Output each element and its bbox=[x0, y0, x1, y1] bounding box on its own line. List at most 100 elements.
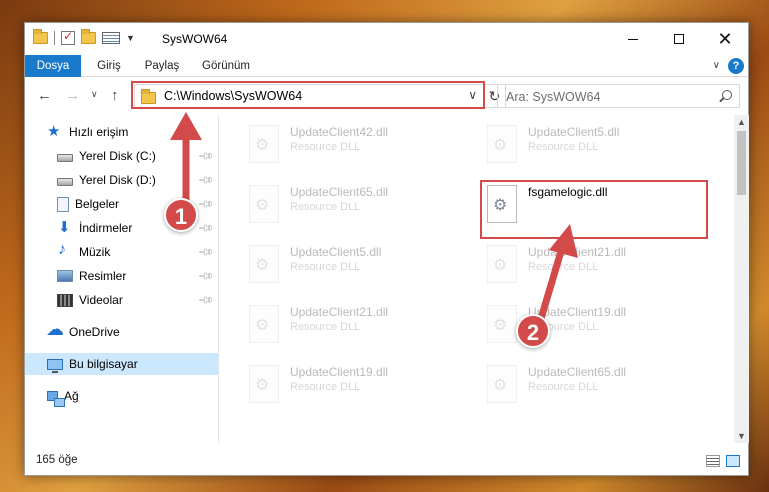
vertical-scrollbar[interactable]: ▲ ▼ bbox=[734, 115, 749, 443]
search-box[interactable]: Ara: SysWOW64 bbox=[497, 84, 740, 108]
window-controls: ✕ bbox=[610, 23, 748, 55]
sidebar-item-label: Belgeler bbox=[75, 197, 120, 211]
file-type: Resource DLL bbox=[528, 261, 599, 273]
pin-icon[interactable]: 📌︎ bbox=[197, 196, 214, 213]
tab-file[interactable]: Dosya bbox=[25, 55, 81, 77]
dll-file-icon bbox=[487, 365, 517, 403]
file-tile[interactable]: UpdateClient42.dll Resource DLL bbox=[249, 121, 479, 171]
back-arrow-icon[interactable]: ← bbox=[37, 87, 52, 104]
sidebar-item-network[interactable]: Ağ bbox=[25, 385, 218, 407]
file-name: UpdateClient42.dll bbox=[290, 125, 389, 139]
step-2-badge: 2 bbox=[516, 314, 550, 348]
pin-icon[interactable]: 📌︎ bbox=[197, 148, 214, 165]
file-tile[interactable]: UpdateClient65.dll Resource DLL bbox=[487, 361, 717, 411]
minimize-button[interactable] bbox=[610, 23, 656, 55]
close-icon: ✕ bbox=[717, 29, 733, 49]
pin-icon[interactable]: 📌︎ bbox=[197, 244, 214, 261]
pin-icon[interactable]: 📌︎ bbox=[197, 292, 214, 309]
search-placeholder: Ara: SysWOW64 bbox=[506, 90, 601, 104]
minimize-icon bbox=[628, 38, 638, 40]
file-tile[interactable]: UpdateClient21.dll Resource DLL bbox=[249, 301, 479, 351]
file-type: Resource DLL bbox=[528, 141, 599, 153]
new-folder-icon[interactable] bbox=[81, 29, 96, 44]
file-tile[interactable]: UpdateClient5.dll Resource DLL bbox=[249, 241, 479, 291]
customize-dropdown-icon[interactable]: ▼ bbox=[126, 33, 135, 43]
file-type: Resource DLL bbox=[290, 261, 361, 273]
dll-file-icon bbox=[249, 305, 279, 343]
window-title: SysWOW64 bbox=[162, 32, 228, 46]
drive-icon bbox=[57, 177, 73, 186]
pin-icon[interactable]: 📌︎ bbox=[197, 220, 214, 237]
quick-access-toolbar: ▼ bbox=[33, 29, 135, 45]
file-name: UpdateClient65.dll bbox=[528, 365, 627, 379]
file-name: UpdateClient21.dll bbox=[528, 245, 627, 259]
file-type: Resource DLL bbox=[528, 381, 599, 393]
sidebar-item-label: Yerel Disk (D:) bbox=[79, 173, 156, 187]
pin-icon[interactable]: 📌︎ bbox=[197, 172, 214, 189]
file-name: UpdateClient5.dll bbox=[290, 245, 382, 259]
up-arrow-icon[interactable]: ↑ bbox=[111, 87, 119, 104]
maximize-icon bbox=[674, 34, 684, 44]
file-tile[interactable]: UpdateClient19.dll Resource DLL bbox=[249, 361, 479, 411]
file-tile[interactable]: UpdateClient5.dll Resource DLL bbox=[487, 121, 717, 171]
recent-locations-icon[interactable]: ∨ bbox=[91, 89, 98, 100]
sidebar-item-music[interactable]: Müzik 📌︎ bbox=[25, 241, 218, 263]
music-icon bbox=[57, 241, 73, 259]
sidebar-item-label: Müzik bbox=[79, 245, 111, 259]
tab-view[interactable]: Görünüm bbox=[195, 55, 257, 77]
document-icon bbox=[57, 196, 69, 212]
dll-file-icon bbox=[249, 125, 279, 163]
ribbon-tabs: Dosya Giriş Paylaş Görünüm ∨ ? bbox=[25, 55, 748, 77]
file-name: UpdateClient21.dll bbox=[290, 305, 389, 319]
properties-icon[interactable] bbox=[102, 32, 120, 44]
sidebar-item-quick-access[interactable]: Hızlı erişim bbox=[25, 121, 218, 143]
file-name: UpdateClient5.dll bbox=[528, 125, 620, 139]
maximize-button[interactable] bbox=[656, 23, 702, 55]
drive-icon bbox=[57, 153, 73, 162]
title-bar: ▼ SysWOW64 ✕ bbox=[25, 23, 748, 55]
sidebar-item-this-pc[interactable]: Bu bilgisayar bbox=[25, 353, 218, 375]
sidebar-item-onedrive[interactable]: OneDrive bbox=[25, 319, 218, 343]
expand-ribbon-icon[interactable]: ∨ bbox=[713, 60, 720, 71]
search-icon[interactable] bbox=[722, 90, 732, 100]
file-type: Resource DLL bbox=[290, 201, 361, 213]
file-tile[interactable]: UpdateClient65.dll Resource DLL bbox=[249, 181, 479, 231]
sidebar-item-videos[interactable]: Videolar 📌︎ bbox=[25, 289, 218, 311]
scroll-down-icon[interactable]: ▼ bbox=[737, 431, 746, 441]
file-name: UpdateClient65.dll bbox=[290, 185, 389, 199]
toolbar-separator bbox=[54, 31, 55, 45]
close-button[interactable]: ✕ bbox=[702, 23, 748, 55]
details-view-icon[interactable] bbox=[706, 455, 720, 467]
file-tile[interactable]: UpdateClient21.dll Resource DLL bbox=[487, 241, 717, 291]
sidebar-item-label: Resimler bbox=[79, 269, 127, 283]
sidebar-item-label: Yerel Disk (C:) bbox=[79, 149, 156, 163]
dll-file-icon bbox=[487, 305, 517, 343]
file-type: Resource DLL bbox=[290, 381, 361, 393]
file-type: Resource DLL bbox=[290, 141, 361, 153]
help-icon[interactable]: ? bbox=[728, 58, 744, 74]
dll-file-icon bbox=[249, 185, 279, 223]
tab-share[interactable]: Paylaş bbox=[137, 55, 187, 77]
dll-file-icon bbox=[487, 245, 517, 283]
scroll-up-icon[interactable]: ▲ bbox=[737, 117, 746, 127]
sidebar-item-local-disk-c[interactable]: Yerel Disk (C:) 📌︎ bbox=[25, 145, 218, 167]
scroll-thumb[interactable] bbox=[737, 131, 746, 195]
navigation-pane: Hızlı erişim Yerel Disk (C:) 📌︎ Yerel Di… bbox=[25, 115, 218, 443]
dll-file-icon bbox=[249, 365, 279, 403]
sidebar-item-label: Ağ bbox=[64, 389, 79, 403]
sidebar-item-label: Videolar bbox=[79, 293, 123, 307]
large-icons-view-icon[interactable] bbox=[726, 455, 740, 467]
file-highlight-box bbox=[480, 180, 708, 239]
sidebar-item-pictures[interactable]: Resimler 📌︎ bbox=[25, 265, 218, 287]
file-type: Resource DLL bbox=[290, 321, 361, 333]
folder-icon bbox=[33, 29, 48, 44]
forward-arrow-icon[interactable]: → bbox=[65, 87, 80, 104]
status-bar: 165 öğe bbox=[25, 443, 748, 475]
pin-icon[interactable]: 📌︎ bbox=[197, 268, 214, 285]
tab-home[interactable]: Giriş bbox=[87, 55, 131, 77]
sidebar-item-label: İndirmeler bbox=[79, 221, 133, 235]
properties-check-icon[interactable] bbox=[61, 29, 75, 45]
sidebar-item-local-disk-d[interactable]: Yerel Disk (D:) 📌︎ bbox=[25, 169, 218, 191]
video-icon bbox=[57, 293, 73, 307]
address-highlight-box bbox=[131, 81, 485, 109]
